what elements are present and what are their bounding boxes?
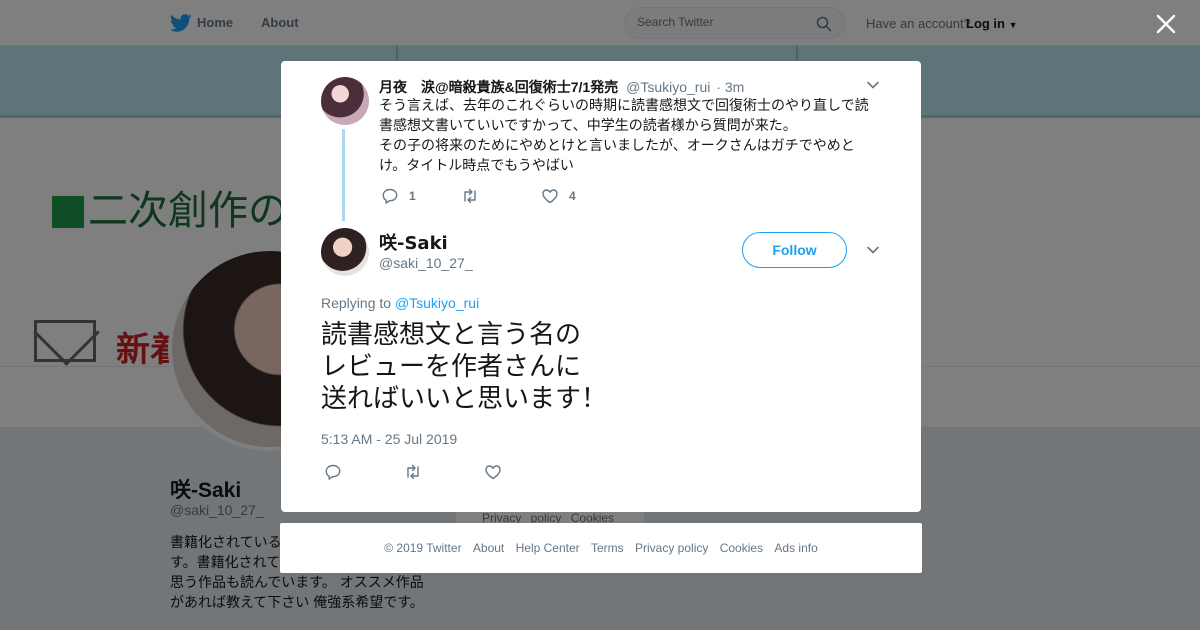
- reply-icon: [382, 188, 398, 204]
- tweet-permalink-modal: 月夜 涙@暗殺貴族&回復術士7/1発売 @Tsukiyo_rui · 3m そう…: [281, 61, 921, 512]
- retweet-icon: [407, 464, 419, 480]
- reply-icon: [325, 464, 341, 480]
- like-count: 4: [569, 189, 576, 203]
- retweet-button[interactable]: [461, 187, 541, 205]
- reply-count: 1: [409, 189, 416, 203]
- footer-link-terms[interactable]: Terms: [591, 541, 624, 555]
- like-button[interactable]: 4: [541, 187, 576, 205]
- reply-button[interactable]: 1: [381, 187, 461, 205]
- like-icon: [485, 465, 501, 480]
- main-tweet-text-line: 読書感想文と言う名の: [321, 320, 582, 350]
- parent-tweet-actions: 1 4: [381, 187, 576, 205]
- main-tweet-actions: [324, 463, 564, 481]
- footer-link-cookies[interactable]: Cookies: [720, 541, 763, 555]
- modal-footer: © 2019 Twitter About Help Center Terms P…: [280, 523, 922, 573]
- footer-link-privacy-policy[interactable]: Privacy policy: [635, 541, 708, 555]
- main-tweet-author-name[interactable]: 咲-Saki: [379, 229, 448, 255]
- chevron-down-icon[interactable]: [866, 78, 880, 92]
- parent-tweet-avatar[interactable]: [321, 77, 369, 125]
- main-tweet-text: 読書感想文と言う名の レビューを作者さんに 送ればいいと思います！: [321, 319, 881, 415]
- chevron-down-icon[interactable]: [866, 243, 880, 257]
- reply-button[interactable]: [324, 463, 404, 481]
- main-tweet-timestamp[interactable]: 5:13 AM - 25 Jul 2019: [321, 431, 457, 447]
- thread-connector-line: [342, 129, 345, 221]
- main-tweet-avatar[interactable]: [321, 228, 369, 276]
- parent-tweet-header: 月夜 涙@暗殺貴族&回復術士7/1発売 @Tsukiyo_rui · 3m: [379, 77, 744, 97]
- replying-to: Replying to @Tsukiyo_rui: [321, 295, 479, 311]
- footer-link-help-center[interactable]: Help Center: [516, 541, 580, 555]
- retweet-button[interactable]: [404, 463, 484, 481]
- footer-link-ads-info[interactable]: Ads info: [774, 541, 817, 555]
- parent-tweet-text-line: そう言えば、去年のこれぐらいの時期に読書感想文で回復術士のやり直しで読書感想文書…: [379, 98, 869, 134]
- main-tweet-author-handle[interactable]: @saki_10_27_: [379, 255, 473, 271]
- close-icon[interactable]: [1152, 10, 1180, 38]
- footer-link-about[interactable]: About: [473, 541, 504, 555]
- main-tweet-text-line: レビューを作者さんに: [321, 352, 582, 382]
- parent-tweet-text-line: その子の将来のためにやめとけと言いましたが、オークさんはガチでやめとけ。タイトル…: [379, 138, 855, 174]
- like-button[interactable]: [484, 463, 564, 481]
- replying-to-prefix: Replying to: [321, 295, 392, 311]
- retweet-icon: [464, 188, 476, 204]
- parent-tweet-text: そう言えば、去年のこれぐらいの時期に読書感想文で回復術士のやり直しで読書感想文書…: [379, 96, 879, 176]
- parent-tweet-author-handle[interactable]: @Tsukiyo_rui: [626, 79, 710, 95]
- parent-tweet-time[interactable]: · 3m: [716, 79, 744, 95]
- replying-to-handle-link[interactable]: @Tsukiyo_rui: [395, 295, 479, 311]
- footer-copyright: © 2019 Twitter: [384, 541, 462, 555]
- like-icon: [542, 189, 558, 204]
- main-tweet-text-line: 送ればいいと思います！: [321, 384, 608, 414]
- follow-button[interactable]: Follow: [742, 232, 847, 268]
- parent-tweet-author-name[interactable]: 月夜 涙@暗殺貴族&回復術士7/1発売: [379, 79, 618, 95]
